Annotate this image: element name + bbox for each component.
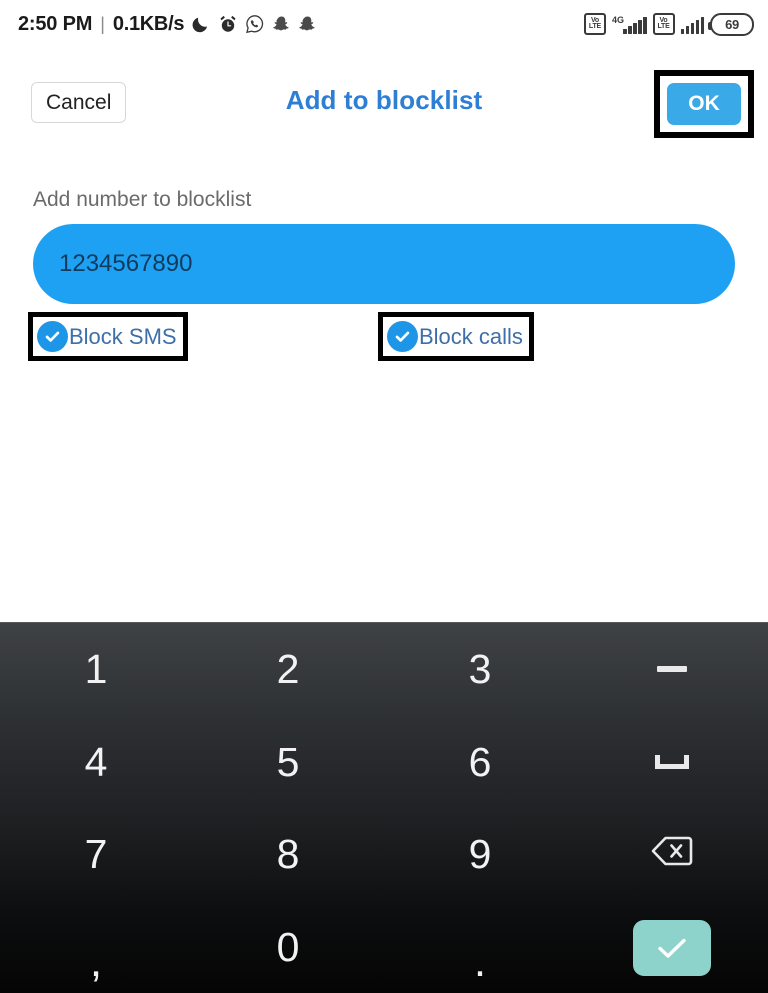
dialog-header: Cancel Add to blocklist OK (0, 55, 768, 147)
status-divider: | (100, 13, 105, 34)
numeric-keyboard: 1 2 3 4 5 6 7 8 9 , 0 . (0, 622, 768, 993)
block-calls-checkbox[interactable]: Block calls (378, 312, 534, 361)
status-time: 2:50 PM (18, 12, 93, 35)
key-1[interactable]: 1 (0, 623, 192, 716)
backspace-icon (650, 831, 694, 878)
key-enter[interactable] (576, 901, 768, 993)
key-3[interactable]: 3 (384, 623, 576, 716)
key-5[interactable]: 5 (192, 716, 384, 809)
key-9[interactable]: 9 (384, 809, 576, 902)
block-sms-label: Block SMS (69, 323, 177, 349)
number-input[interactable] (33, 224, 735, 304)
status-bar-right: Vo LTE 4G Vo LTE 69 (583, 12, 754, 36)
keyboard-row: 4 5 6 (0, 716, 768, 809)
signal-bars-sim2 (680, 14, 704, 34)
checkbox-row: Block SMS Block calls (0, 312, 768, 368)
key-space[interactable] (576, 716, 768, 809)
key-backspace[interactable] (576, 809, 768, 902)
battery-level-text: 69 (725, 16, 739, 32)
block-calls-label: Block calls (419, 323, 523, 349)
number-field-label: Add number to blocklist (33, 188, 252, 211)
alarm-icon (218, 14, 238, 34)
page-title: Add to blocklist (285, 85, 483, 115)
key-0[interactable]: 0 (192, 901, 384, 993)
keyboard-row: 1 2 3 (0, 623, 768, 716)
key-period[interactable]: . (384, 915, 576, 993)
volte-label-bottom: LTE (588, 23, 602, 30)
ok-button[interactable]: OK (667, 83, 741, 125)
keyboard-row: , 0 . (0, 901, 768, 993)
battery-icon: 69 (708, 12, 754, 36)
key-4[interactable]: 4 (0, 716, 192, 809)
phone-screen: 2:50 PM | 0.1KB/s Vo LTE 4G Vo LTE 69 Ca… (0, 0, 768, 993)
keyboard-row: 7 8 9 (0, 809, 768, 902)
snapchat-icon (298, 15, 317, 34)
key-comma[interactable]: , (0, 915, 192, 993)
snapchat-icon (272, 15, 291, 34)
signal-bars-sim1 (623, 14, 647, 34)
signal-icon-sim1: 4G (612, 14, 647, 34)
enter-key-button[interactable] (633, 919, 711, 976)
checkmark-icon (387, 321, 418, 352)
key-7[interactable]: 7 (0, 809, 192, 902)
key-2[interactable]: 2 (192, 623, 384, 716)
volte-label-bottom: LTE (657, 23, 670, 30)
moon-icon (191, 14, 211, 34)
checkmark-icon (37, 321, 68, 352)
status-bar-left: 2:50 PM | 0.1KB/s (18, 13, 317, 36)
network-speed-text: 0.1KB/s (112, 12, 185, 35)
check-icon (658, 938, 686, 958)
whatsapp-icon (245, 14, 265, 34)
volte-icon-sim2: Vo LTE (652, 13, 675, 35)
key-minus[interactable] (576, 623, 768, 716)
ok-button-annotation-box: OK (654, 70, 754, 138)
space-icon (655, 755, 689, 770)
volte-icon-sim1: Vo LTE (583, 13, 606, 35)
block-sms-checkbox[interactable]: Block SMS (28, 312, 188, 361)
key-8[interactable]: 8 (192, 809, 384, 902)
minus-icon (657, 666, 687, 673)
status-bar: 2:50 PM | 0.1KB/s Vo LTE 4G Vo LTE 69 (0, 0, 768, 48)
key-6[interactable]: 6 (384, 716, 576, 809)
